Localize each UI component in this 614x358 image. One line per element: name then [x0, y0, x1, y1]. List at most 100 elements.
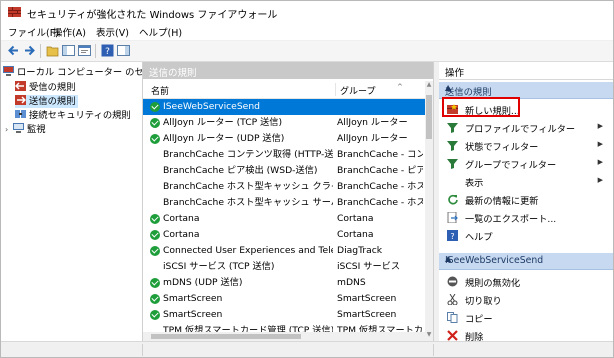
action-item-4[interactable]: 表示 ▶	[439, 172, 613, 190]
rule-action-item-3[interactable]: 削除	[439, 326, 613, 341]
pane-header: 送信の規則	[143, 62, 433, 79]
table-row[interactable]: Cortana Cortana	[143, 227, 425, 243]
action-label: 一覧のエクスポート...	[465, 214, 557, 225]
rule-group-cell: BranchCache - コンテ...	[337, 149, 423, 160]
rule-action-item-2[interactable]: コピー	[439, 308, 613, 326]
table-row[interactable]: SmartScreen SmartScreen	[143, 307, 425, 323]
action-label: 規則の無効化	[465, 278, 521, 289]
horizontal-scrollbar[interactable]	[143, 332, 425, 341]
copy-icon	[447, 312, 458, 323]
rules-table-body: ISeeWebServiceSend AllJoyn ルーター (TCP 送信) A…	[143, 99, 425, 341]
action-item-5[interactable]: 最新の情報に更新	[439, 190, 613, 208]
table-row[interactable]: SmartScreen SmartScreen	[143, 291, 425, 307]
filter-icon	[447, 123, 458, 133]
firewall-app-icon	[8, 7, 21, 17]
forward-arrow-icon[interactable]	[23, 44, 36, 57]
table-row[interactable]: BranchCache ホスト型キャッシュ サーバー (HT... BranchC…	[143, 195, 425, 211]
action-label: 状態でフィルター	[465, 142, 539, 153]
actions-section-selected-rule[interactable]: ISeeWebServiceSend ▲	[439, 253, 613, 270]
enabled-check-icon	[150, 294, 160, 304]
rule-action-item-1[interactable]: 切り取り	[439, 290, 613, 308]
vertical-scrollbar[interactable]: ▲ ▼	[425, 81, 433, 341]
rule-name-cell: ISeeWebServiceSend	[163, 101, 260, 112]
table-row[interactable]: ISeeWebServiceSend	[143, 99, 425, 115]
action-item-7[interactable]: ? ヘルプ	[439, 226, 613, 244]
table-row[interactable]: BranchCache コンテンツ取得 (HTTP-送信) BranchCache…	[143, 147, 425, 163]
action-item-6[interactable]: 一覧のエクスポート...	[439, 208, 613, 226]
menu-view[interactable]: 表示(V)	[96, 25, 129, 39]
tree-root-local-computer[interactable]: ローカル コンピューター のセキュリティが	[3, 66, 143, 79]
menu-file[interactable]: ファイル(F)	[8, 25, 59, 39]
rule-name-cell: SmartScreen	[163, 293, 223, 304]
table-row[interactable]: mDNS (UDP 送信) mDNS	[143, 275, 425, 291]
disable-icon	[447, 276, 458, 287]
rule-name-cell: BranchCache ホスト型キャッシュ クライアント (...	[163, 181, 333, 192]
submenu-arrow-icon: ▶	[597, 176, 603, 184]
column-header-name[interactable]: 名前	[151, 84, 169, 97]
table-row[interactable]: AllJoyn ルーター (UDP 送信) AllJoyn ルーター	[143, 131, 425, 147]
tree-root-label: ローカル コンピューター のセキュリティが	[17, 67, 143, 78]
table-row[interactable]: BranchCache ホスト型キャッシュ クライアント (... BranchC…	[143, 179, 425, 195]
window-title: セキュリティが強化された Windows ファイアウォール	[27, 10, 278, 21]
rule-name-cell: BranchCache ホスト型キャッシュ サーバー (HT...	[163, 197, 333, 208]
show-hide-tree-icon[interactable]	[62, 44, 75, 57]
rule-group-cell: mDNS	[337, 277, 366, 288]
rule-group-cell: AllJoyn ルーター	[337, 133, 408, 144]
tree-item-outbound-rules[interactable]: 送信の規則	[15, 95, 78, 108]
scroll-down-icon[interactable]: ▼	[425, 331, 433, 339]
action-label: ヘルプ	[465, 232, 493, 243]
rule-group-cell: Cortana	[337, 229, 374, 240]
scrollbar-thumb[interactable]	[426, 95, 432, 139]
toolbar: ?	[1, 41, 613, 62]
menu-help[interactable]: ヘルプ(H)	[139, 25, 182, 39]
tree-item-label: 受信の規則	[29, 82, 76, 93]
action-item-2[interactable]: 状態でフィルター ▶	[439, 136, 613, 154]
table-row[interactable]: BranchCache ピア検出 (WSD-送信) BranchCache - ピ…	[143, 163, 425, 179]
status-bar	[1, 341, 613, 357]
tree-item-connection-security-rules[interactable]: 接続セキュリティの規則	[15, 109, 131, 122]
actions-header: 操作	[439, 62, 613, 80]
tree-item-label: 接続セキュリティの規則	[29, 110, 131, 121]
show-action-pane-icon[interactable]	[117, 44, 130, 57]
action-label: グループでフィルター	[465, 160, 557, 171]
submenu-arrow-icon: ▶	[597, 158, 603, 166]
properties-icon[interactable]	[78, 44, 91, 57]
tree-item-monitoring[interactable]: › 監視	[5, 123, 46, 136]
tree-item-inbound-rules[interactable]: 受信の規則	[15, 81, 76, 94]
table-row[interactable]: Cortana Cortana	[143, 211, 425, 227]
table-row[interactable]: AllJoyn ルーター (TCP 送信) AllJoyn ルーター	[143, 115, 425, 131]
scrollbar-thumb[interactable]	[151, 334, 301, 339]
rules-list-pane: 送信の規則 名前 グループ ^ ISeeWebServiceSend AllJoy…	[143, 62, 434, 341]
table-row[interactable]: Connected User Experiences and Telemetry…	[143, 243, 425, 259]
action-item-1[interactable]: プロファイルでフィルター ▶	[439, 118, 613, 136]
menu-bar: ファイル(F) 操作(A) 表示(V) ヘルプ(H)	[1, 23, 613, 40]
rule-name-cell: AllJoyn ルーター (UDP 送信)	[163, 133, 285, 144]
action-item-3[interactable]: グループでフィルター ▶	[439, 154, 613, 172]
collapse-arrow-icon[interactable]: ▲	[445, 83, 607, 92]
rule-name-cell: iSCSI サービス (TCP 送信)	[163, 261, 275, 272]
column-header-group[interactable]: グループ	[340, 84, 375, 97]
table-row[interactable]: iSCSI サービス (TCP 送信) iSCSI サービス	[143, 259, 425, 275]
filter-icon	[447, 159, 458, 169]
enabled-check-icon	[150, 246, 160, 256]
delete-icon	[447, 330, 458, 341]
rule-name-cell: AllJoyn ルーター (TCP 送信)	[163, 117, 283, 128]
rule-name-cell: Cortana	[163, 229, 200, 240]
back-arrow-icon[interactable]	[7, 44, 20, 57]
help-icon[interactable]: ?	[101, 44, 114, 57]
column-divider[interactable]	[335, 83, 336, 96]
monitoring-icon	[13, 123, 24, 133]
rule-action-item-0[interactable]: 規則の無効化	[439, 272, 613, 290]
firewall-window: セキュリティが強化された Windows ファイアウォール ファイル(F) 操作…	[0, 0, 614, 358]
folder-up-icon[interactable]	[46, 44, 59, 57]
scroll-up-icon[interactable]: ▲	[425, 81, 433, 89]
menu-action[interactable]: 操作(A)	[53, 25, 86, 39]
rule-group-cell: BranchCache - ピア検出...	[337, 165, 423, 176]
actions-header-label: 操作	[445, 68, 465, 79]
submenu-arrow-icon: ▶	[597, 140, 603, 148]
export-icon	[447, 212, 458, 223]
enabled-check-icon	[150, 214, 160, 224]
refresh-icon	[448, 194, 458, 205]
expand-chevron-icon[interactable]: ›	[5, 123, 13, 136]
collapse-arrow-icon[interactable]: ▲	[445, 254, 607, 263]
